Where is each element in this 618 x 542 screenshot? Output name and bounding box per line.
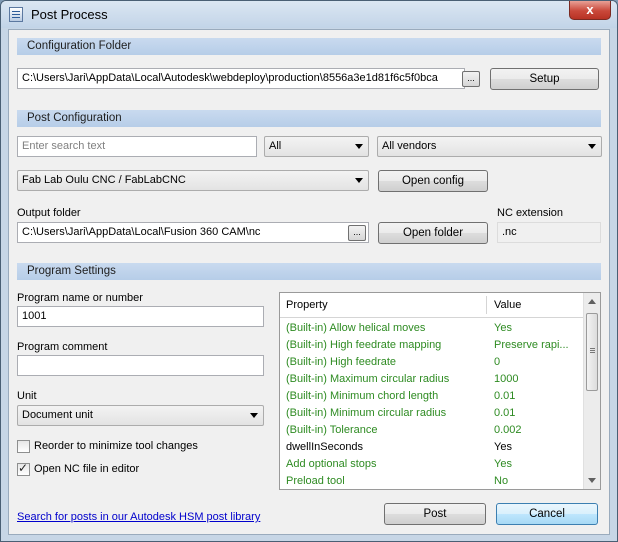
reorder-tools-checkbox[interactable]: [17, 440, 30, 453]
cancel-button[interactable]: Cancel: [496, 503, 598, 525]
property-value[interactable]: 0.002: [494, 422, 579, 439]
column-divider[interactable]: [486, 296, 487, 314]
post-processor-dropdown[interactable]: Fab Lab Oulu CNC / FabLabCNC: [17, 170, 369, 191]
output-folder-browse-button[interactable]: ...: [348, 225, 366, 241]
search-input[interactable]: Enter search text: [17, 136, 257, 157]
property-value[interactable]: No: [494, 473, 579, 489]
unit-dropdown[interactable]: Document unit: [17, 405, 264, 426]
property-value[interactable]: 0.01: [494, 388, 579, 405]
scrollbar-thumb[interactable]: [586, 313, 598, 391]
column-header-property[interactable]: Property: [286, 293, 328, 317]
chevron-down-icon: [355, 144, 363, 149]
open-config-button[interactable]: Open config: [378, 170, 488, 192]
property-name: Add optional stops: [286, 458, 377, 470]
post-library-link[interactable]: Search for posts in our Autodesk HSM pos…: [17, 511, 260, 523]
property-name: (Built-in) High feedrate: [286, 356, 397, 368]
property-row[interactable]: (Built-in) Allow helical moves Yes: [280, 320, 583, 337]
post-processor-dropdown-value: Fab Lab Oulu CNC / FabLabCNC: [22, 174, 186, 186]
property-name: (Built-in) Minimum chord length: [286, 390, 439, 402]
property-value[interactable]: 1000: [494, 371, 579, 388]
open-folder-button[interactable]: Open folder: [378, 222, 488, 244]
property-row[interactable]: dwellInSeconds Yes: [280, 439, 583, 456]
post-configuration-header: Post Configuration: [17, 110, 601, 127]
property-name: (Built-in) Allow helical moves: [286, 322, 426, 334]
close-button[interactable]: x: [569, 1, 611, 20]
property-value[interactable]: 0.01: [494, 405, 579, 422]
unit-dropdown-value: Document unit: [22, 409, 93, 421]
property-value[interactable]: Yes: [494, 456, 579, 473]
filter-dropdown[interactable]: All: [264, 136, 369, 157]
dialog-body: Configuration Folder C:\Users\Jari\AppDa…: [8, 29, 610, 535]
property-value[interactable]: Yes: [494, 320, 579, 337]
scroll-down-icon[interactable]: [588, 478, 596, 483]
property-row[interactable]: (Built-in) Tolerance 0.002: [280, 422, 583, 439]
property-value[interactable]: Yes: [494, 439, 579, 456]
program-comment-field[interactable]: [17, 355, 264, 376]
setup-button[interactable]: Setup: [490, 68, 599, 90]
output-folder-field[interactable]: C:\Users\Jari\AppData\Local\Fusion 360 C…: [17, 222, 369, 243]
property-grid-scrollbar[interactable]: [583, 293, 600, 489]
property-grid[interactable]: Property Value (Built-in) Allow helical …: [279, 292, 601, 490]
unit-label: Unit: [17, 390, 37, 402]
grip-icon: [590, 348, 595, 349]
program-name-label: Program name or number: [17, 292, 143, 304]
open-nc-editor-label: Open NC file in editor: [34, 463, 140, 475]
vendor-dropdown[interactable]: All vendors: [377, 136, 602, 157]
nc-extension-field[interactable]: .nc: [497, 222, 601, 243]
post-process-dialog: Post Process x Configuration Folder C:\U…: [0, 0, 618, 542]
property-grid-header: Property Value: [280, 293, 583, 318]
program-settings-header: Program Settings: [17, 263, 601, 280]
filter-dropdown-value: All: [269, 140, 282, 152]
property-value[interactable]: Preserve rapi...: [494, 337, 579, 354]
output-folder-label: Output folder: [17, 207, 81, 219]
property-row[interactable]: (Built-in) Minimum chord length 0.01: [280, 388, 583, 405]
title-bar[interactable]: Post Process x: [1, 1, 617, 28]
property-name: (Built-in) Maximum circular radius: [286, 373, 450, 385]
program-comment-label: Program comment: [17, 341, 108, 353]
dialog-title: Post Process: [31, 7, 108, 22]
scroll-up-icon[interactable]: [588, 299, 596, 304]
column-header-value[interactable]: Value: [494, 293, 521, 317]
property-row[interactable]: (Built-in) High feedrate mapping Preserve…: [280, 337, 583, 354]
property-row[interactable]: (Built-in) Minimum circular radius 0.01: [280, 405, 583, 422]
property-row[interactable]: (Built-in) Maximum circular radius 1000: [280, 371, 583, 388]
property-row[interactable]: (Built-in) High feedrate 0: [280, 354, 583, 371]
nc-extension-label: NC extension: [497, 207, 564, 219]
dialog-app-icon: [9, 7, 23, 22]
property-name: (Built-in) High feedrate mapping: [286, 339, 442, 351]
chevron-down-icon: [588, 144, 596, 149]
property-name: Preload tool: [286, 475, 345, 487]
vendor-dropdown-value: All vendors: [382, 140, 437, 152]
reorder-tools-label: Reorder to minimize tool changes: [34, 440, 198, 452]
property-row[interactable]: Preload tool No: [280, 473, 583, 489]
property-name: (Built-in) Minimum circular radius: [286, 407, 447, 419]
configuration-folder-field[interactable]: C:\Users\Jari\AppData\Local\Autodesk\web…: [17, 68, 465, 89]
post-button[interactable]: Post: [384, 503, 486, 525]
configuration-folder-header: Configuration Folder: [17, 38, 601, 55]
open-nc-editor-checkbox[interactable]: [17, 461, 30, 476]
chevron-down-icon: [250, 413, 258, 418]
property-name: (Built-in) Tolerance: [286, 424, 378, 436]
program-name-field[interactable]: 1001: [17, 306, 264, 327]
property-value[interactable]: 0: [494, 354, 579, 371]
property-row[interactable]: Add optional stops Yes: [280, 456, 583, 473]
configuration-folder-browse-button[interactable]: ...: [462, 71, 480, 87]
chevron-down-icon: [355, 178, 363, 183]
property-name: dwellInSeconds: [286, 441, 364, 453]
